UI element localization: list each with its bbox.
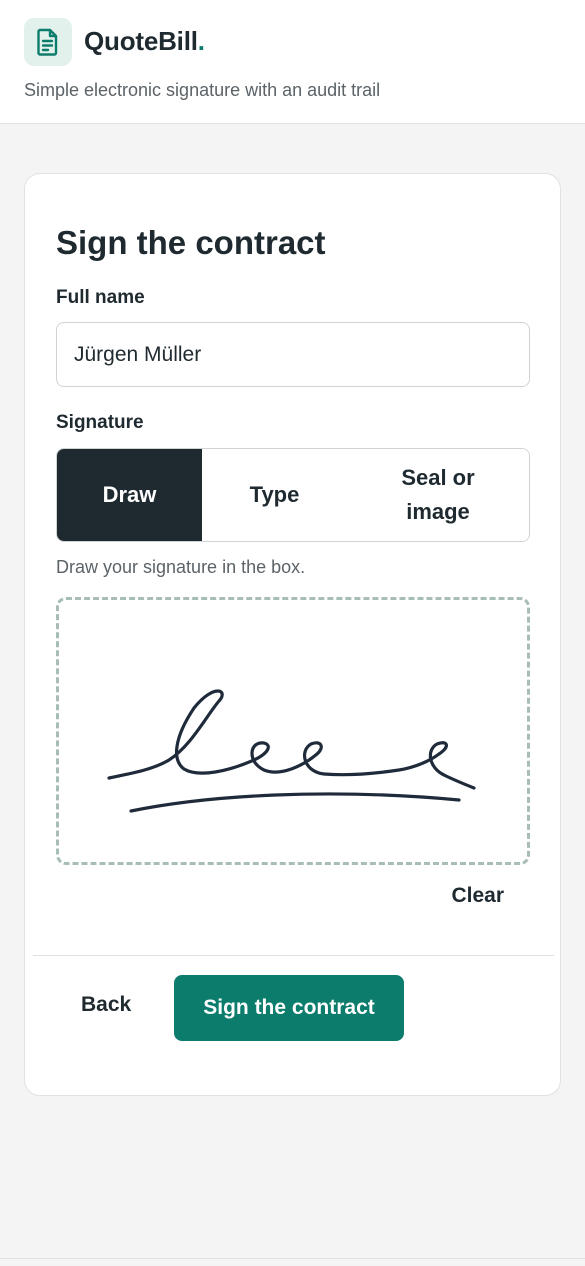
app-header: QuoteBill. Simple electronic signature w… <box>0 0 585 124</box>
signature-pad[interactable] <box>56 597 530 865</box>
full-name-label: Full name <box>56 287 145 308</box>
tagline: Simple electronic signature with an audi… <box>24 80 381 100</box>
footer-divider <box>0 1258 585 1259</box>
sign-contract-button[interactable]: Sign the contract <box>174 975 404 1041</box>
document-icon <box>37 28 58 56</box>
signature-mode-tabs: Draw Type Seal or image <box>56 448 530 542</box>
tab-seal-or-image[interactable]: Seal or image <box>347 449 529 541</box>
full-name-input[interactable] <box>56 322 530 387</box>
sign-card: Sign the contract Full name Signature Dr… <box>24 173 561 1096</box>
page-title: Sign the contract <box>56 224 326 261</box>
brand-dot: . <box>197 26 205 56</box>
logo <box>24 18 72 66</box>
tab-draw[interactable]: Draw <box>57 449 202 541</box>
brand-name: QuoteBill. <box>84 26 205 57</box>
brand-text: QuoteBill <box>84 26 198 56</box>
divider <box>33 955 554 956</box>
signature-label: Signature <box>56 412 144 433</box>
clear-button[interactable]: Clear <box>451 884 504 908</box>
tab-type[interactable]: Type <box>202 449 347 541</box>
signature-hint: Draw your signature in the box. <box>56 557 306 577</box>
signature-drawing <box>107 689 476 813</box>
back-button[interactable]: Back <box>81 993 131 1017</box>
